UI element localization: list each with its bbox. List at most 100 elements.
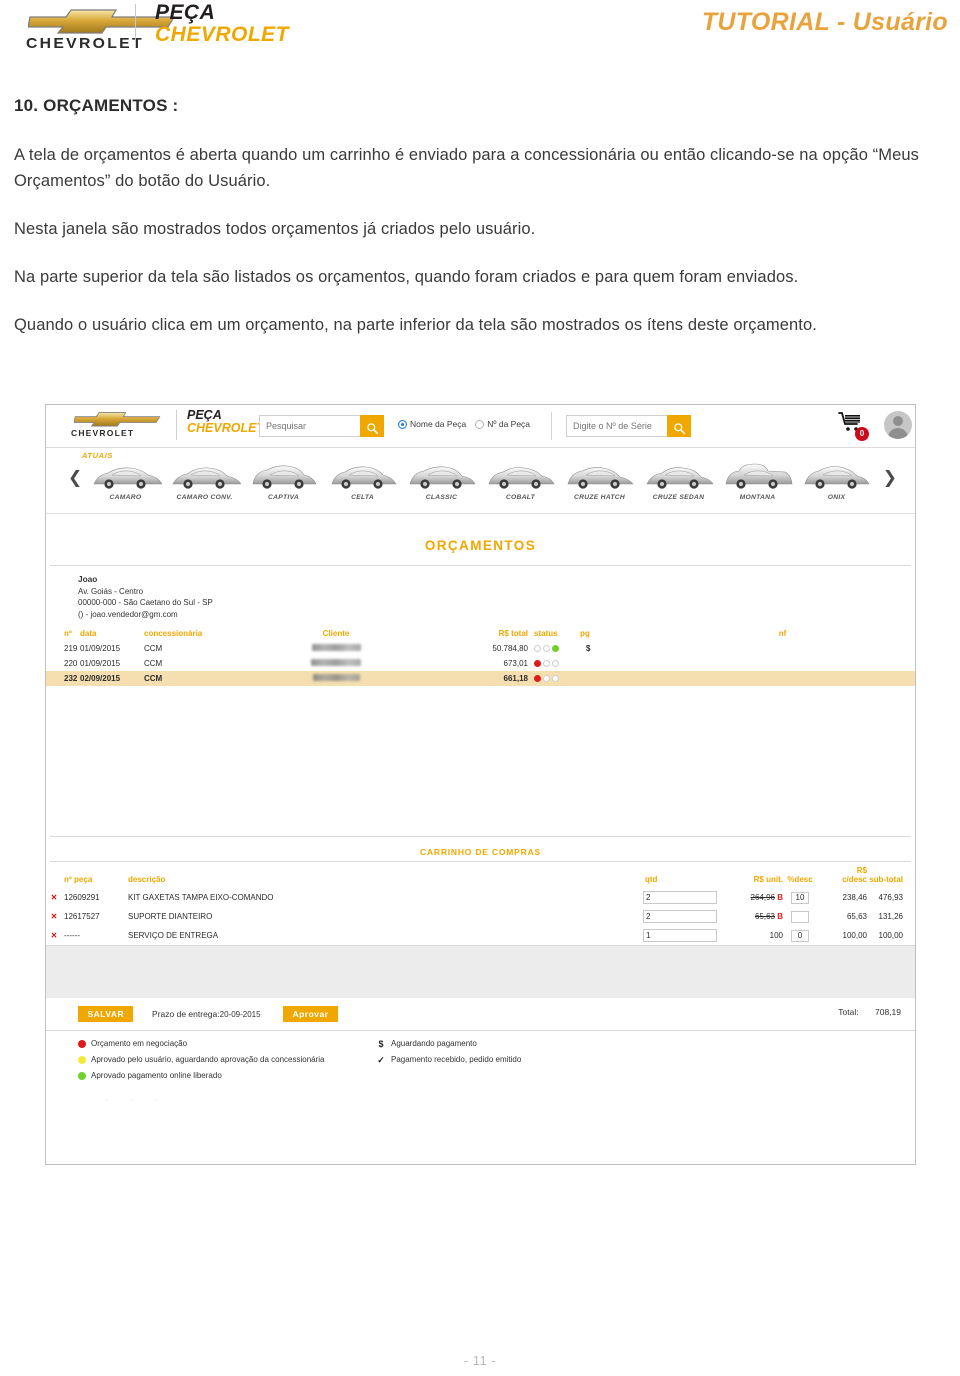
- car-silhouette-icon: [165, 462, 244, 492]
- status-dot-green: [552, 645, 559, 652]
- cell-peca: 12617527: [62, 907, 118, 926]
- cell-data: 01/09/2015: [80, 656, 144, 671]
- col-cdesc: R$ c/desc: [817, 862, 867, 888]
- app-peca-line-2: CHEVROLET: [187, 422, 264, 435]
- cell-unit: 264,96 B: [727, 888, 783, 907]
- list-item[interactable]: ✕ ------ SERVIÇO DE ENTREGA 100 100,00 100,00: [46, 926, 915, 945]
- legend-symbol-icon: ✓: [376, 1054, 386, 1066]
- carousel-item-cobalt[interactable]: COBALT: [481, 462, 560, 501]
- radio-nome-da-peca-label: Nome da Peça: [410, 419, 466, 429]
- legend-dot-yellow-icon: [78, 1056, 86, 1064]
- cell-data: 02/09/2015: [80, 671, 144, 686]
- table-empty-space: [46, 686, 915, 836]
- cell-pg: [580, 656, 650, 671]
- quantity-input[interactable]: [643, 929, 717, 942]
- carousel-item-onix[interactable]: ONIX: [797, 462, 876, 501]
- legend-item: $ Aguardando pagamento: [376, 1038, 656, 1050]
- chevron-right-icon[interactable]: ❯: [883, 470, 897, 487]
- radio-nome-da-peca[interactable]: Nome da Peça: [398, 419, 466, 429]
- cell-concessionaria: CCM: [144, 671, 256, 686]
- car-silhouette-icon: [639, 462, 718, 492]
- search-icon: [673, 422, 686, 435]
- legend-left-column: Orçamento em negociação Aprovado pelo usu…: [78, 1038, 333, 1086]
- radio-numero-da-peca[interactable]: Nº da Peça: [475, 419, 530, 429]
- cell-data: 01/09/2015: [80, 641, 144, 656]
- price-flag-b: B: [777, 912, 783, 921]
- cell-nf: [650, 641, 915, 656]
- search-icon: [366, 422, 379, 435]
- col-data: data: [80, 626, 144, 641]
- search-box: [259, 415, 384, 437]
- legend-label: Aprovado pagamento online liberado: [91, 1070, 222, 1082]
- table-row[interactable]: 232 02/09/2015 CCM 661,18: [46, 671, 915, 686]
- car-silhouette-icon: [718, 462, 797, 492]
- quantity-input[interactable]: [643, 910, 717, 923]
- unit-price-original: 264,96: [751, 893, 775, 902]
- action-bar: SALVAR Prazo de entrega:20-09-2015 Aprov…: [46, 998, 915, 1030]
- list-item[interactable]: ✕ 12609291 KIT GAXETAS TAMPA EIXO-COMANDO 2…: [46, 888, 915, 907]
- quantity-input[interactable]: [643, 891, 717, 904]
- cell-descricao: KIT GAXETAS TAMPA EIXO-COMANDO: [118, 888, 643, 907]
- cell-total: 673,01: [416, 656, 528, 671]
- legend-label: Aguardando pagamento: [391, 1038, 477, 1050]
- carousel-item-label: CAPTIVA: [244, 494, 323, 501]
- carousel-item-celta[interactable]: CELTA: [323, 462, 402, 501]
- table-row[interactable]: 220 01/09/2015 CCM 673,01: [46, 656, 915, 671]
- legend-label: Pagamento recebido, pedido emitido: [391, 1054, 521, 1066]
- cell-pg: [580, 671, 650, 686]
- carousel-item-camaro[interactable]: CAMARO: [86, 462, 165, 501]
- remove-x-icon[interactable]: ✕: [51, 931, 58, 940]
- serial-search-button[interactable]: [667, 415, 691, 437]
- app-chevrolet-logo[interactable]: CHEVROLET: [69, 410, 169, 442]
- carousel-item-label: CLASSIC: [402, 494, 481, 501]
- document-body: 10. ORÇAMENTOS : A tela de orçamentos é …: [14, 96, 944, 360]
- chevron-left-icon[interactable]: ❮: [68, 470, 82, 487]
- col-nf: nf: [650, 626, 915, 641]
- approve-button[interactable]: Aprovar: [283, 1006, 337, 1022]
- cell-total: 50.784,80: [416, 641, 528, 656]
- prazo-value[interactable]: 20-09-2015: [220, 1010, 261, 1019]
- carousel-item-captiva[interactable]: CAPTIVA: [244, 462, 323, 501]
- user-avatar-icon[interactable]: [884, 411, 912, 439]
- cell-num: 219: [46, 641, 80, 656]
- table-row[interactable]: 219 01/09/2015 CCM 50.784,80 $: [46, 641, 915, 656]
- peca-line-2: CHEVROLET: [155, 24, 289, 46]
- carousel-item-camaro-conv[interactable]: CAMARO CONV.: [165, 462, 244, 501]
- search-input[interactable]: [260, 416, 362, 436]
- save-button[interactable]: SALVAR: [78, 1006, 133, 1022]
- status-dot-off: [534, 645, 541, 652]
- carousel-item-classic[interactable]: CLASSIC: [402, 462, 481, 501]
- app-header-divider: [176, 410, 177, 440]
- legend-symbol-icon: $: [376, 1038, 386, 1050]
- col-descricao: descrição: [118, 862, 643, 888]
- carousel-item-montana[interactable]: MONTANA: [718, 462, 797, 501]
- carousel-item-cruze-sedan[interactable]: CRUZE SEDAN: [639, 462, 718, 501]
- carrinho-table: nº peça descrição qtd R$ unit. %desc R$ …: [46, 862, 915, 945]
- user-name: Joao: [78, 574, 915, 586]
- remove-x-icon[interactable]: ✕: [51, 912, 58, 921]
- serial-input[interactable]: [567, 416, 669, 436]
- cell-descricao: SERVIÇO DE ENTREGA: [118, 926, 643, 945]
- app-peca-chevrolet-logo[interactable]: PEÇA CHEVROLET: [187, 409, 264, 435]
- remove-x-icon[interactable]: ✕: [51, 893, 58, 902]
- carousel-item-cruze-hatch[interactable]: CRUZE HATCH: [560, 462, 639, 501]
- user-city: 00000-000 - São Caetano do Sul - SP: [78, 597, 915, 609]
- col-cdesc-line1: R$: [857, 866, 867, 875]
- discount-input[interactable]: [791, 911, 809, 923]
- orcamentos-table-header: nº data concessionária Cliente R$ total …: [46, 626, 915, 641]
- col-concessionaria: concessionária: [144, 626, 256, 641]
- legend-item: Orçamento em negociação: [78, 1038, 333, 1050]
- col-unit: R$ unit.: [727, 862, 783, 888]
- prazo-label: Prazo de entrega:: [152, 1009, 220, 1019]
- unit-price: 100: [770, 931, 783, 940]
- discount-input[interactable]: [791, 892, 809, 904]
- discount-input[interactable]: [791, 930, 809, 942]
- status-dot-red: [534, 675, 541, 682]
- search-mode-radio-group: Nome da Peça Nº da Peça: [398, 419, 530, 429]
- search-button[interactable]: [360, 415, 384, 437]
- cell-peca: ------: [62, 926, 118, 945]
- cell-total: 661,18: [416, 671, 528, 686]
- list-item[interactable]: ✕12617527SUPORTE DIANTEIRO65,63 B65,6313…: [46, 907, 915, 926]
- cart-button[interactable]: 0: [838, 411, 872, 441]
- col-status: status: [528, 626, 580, 641]
